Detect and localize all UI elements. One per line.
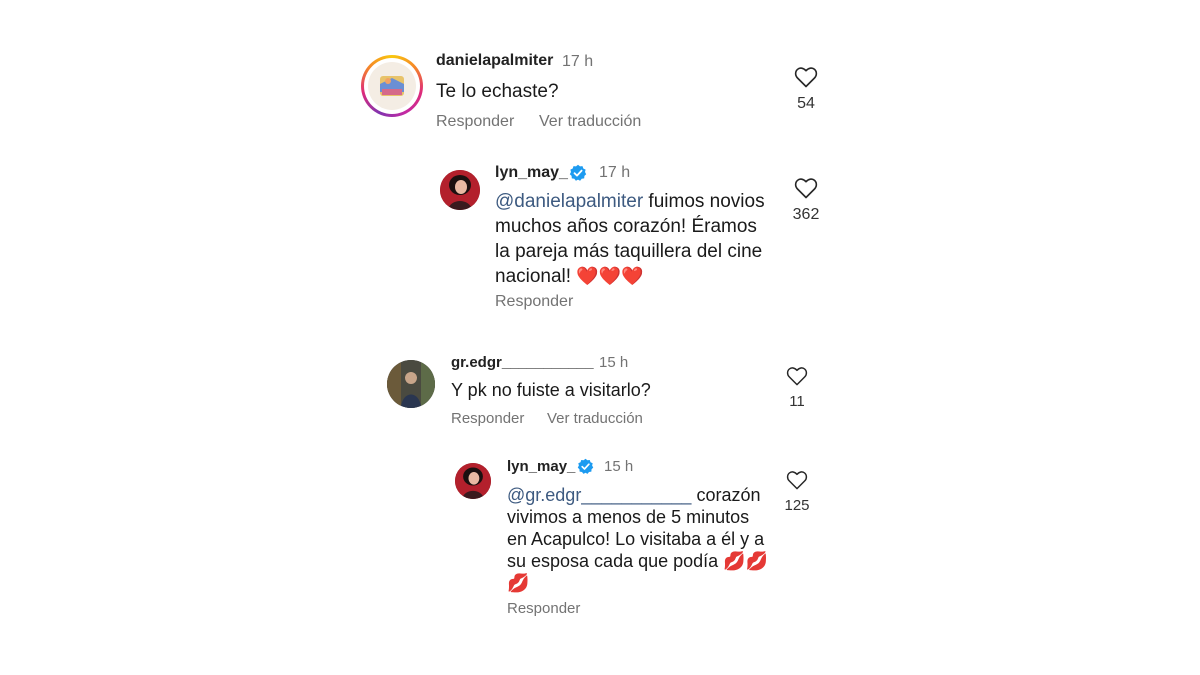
reply-button[interactable]: Responder (507, 600, 580, 617)
verified-badge-icon (569, 164, 587, 182)
avatar[interactable] (440, 170, 480, 210)
reply-text-line: nacional! (495, 266, 577, 287)
comment-timestamp: 17 h (562, 53, 594, 70)
reply-timestamp: 17 h (599, 164, 631, 181)
comment-username[interactable]: gr.edgr___________ (451, 354, 594, 371)
reply-text-line: vivimos a menos de 5 minutos (507, 507, 750, 527)
like-count: 54 (797, 95, 815, 112)
see-translation-button[interactable]: Ver traducción (547, 410, 643, 427)
reply-text-line: la pareja más taquillera del cine (495, 241, 763, 262)
reply-username[interactable]: lyn_may_ (495, 164, 568, 182)
like-count: 362 (792, 206, 820, 223)
heart-outline-icon[interactable] (794, 177, 818, 199)
reply-username[interactable]: lyn_may_ (507, 458, 575, 475)
reply-text-line: en Acapulco! Lo visitaba a él y a (507, 529, 765, 549)
verified-badge-icon (577, 458, 594, 475)
reply-text-line: fuimos novios (643, 191, 765, 212)
reply-text-line: corazón (691, 485, 761, 505)
reply-text-line: su esposa cada que podía (507, 551, 724, 571)
reply-text: @gr.edgr___________ corazón vivimos a me… (507, 484, 787, 594)
heart-outline-icon[interactable] (786, 366, 808, 386)
mention-link[interactable]: @danielapalmiter (495, 191, 643, 212)
reply-button[interactable]: Responder (495, 293, 573, 311)
see-translation-button[interactable]: Ver traducción (539, 113, 641, 131)
comment-username[interactable]: danielapalmiter (436, 52, 553, 70)
avatar (368, 62, 416, 110)
kiss-emoji: 💋 (507, 573, 530, 593)
comment-text: Te lo echaste? (436, 81, 559, 102)
reply-text-line: muchos años corazón! Éramos (495, 216, 757, 237)
comment-text: Y pk no fuiste a visitarlo? (451, 380, 651, 400)
heart-emoji: ❤️❤️❤️ (576, 266, 644, 286)
like-count: 125 (784, 497, 810, 514)
avatar[interactable] (455, 463, 491, 499)
mention-link[interactable]: @gr.edgr___________ (507, 485, 691, 505)
avatar[interactable] (387, 360, 435, 408)
reply-text: @danielapalmiter fuimos novios muchos añ… (495, 189, 795, 289)
kiss-emoji: 💋💋 (723, 551, 768, 571)
reply-button[interactable]: Responder (451, 410, 524, 427)
reply-timestamp: 15 h (604, 458, 634, 475)
heart-outline-icon[interactable] (794, 66, 818, 88)
comment-timestamp: 15 h (599, 354, 629, 371)
avatar-story-ring[interactable] (361, 55, 423, 117)
heart-outline-icon[interactable] (786, 470, 808, 490)
like-count: 11 (789, 393, 805, 410)
reply-button[interactable]: Responder (436, 113, 514, 131)
